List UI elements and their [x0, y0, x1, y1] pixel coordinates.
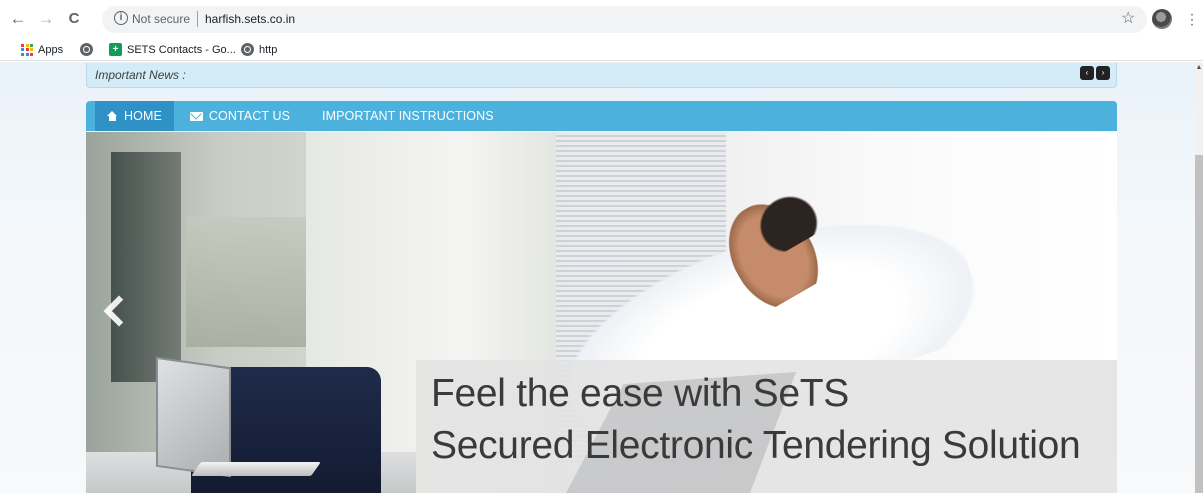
bookmark-label: SETS Contacts - Go...	[127, 43, 236, 56]
scrollbar-thumb[interactable]	[1195, 155, 1203, 493]
bookmark-label: http	[259, 43, 278, 56]
news-label: Important News :	[95, 68, 186, 82]
chevron-left-icon: ‹	[1085, 68, 1089, 77]
browser-toolbar: ← → C i Not secure harfish.sets.co.in ☆ …	[0, 0, 1203, 38]
menu-label: HOME	[124, 109, 162, 123]
caption-subline: Secured Electronic Tendering Solution	[431, 424, 1081, 467]
back-arrow-icon: ←	[9, 9, 27, 28]
apps-dot	[21, 43, 24, 47]
slider-prev-button[interactable]	[96, 292, 126, 328]
apps-dot	[25, 43, 29, 47]
url-text[interactable]: harfish.sets.co.in	[205, 12, 295, 26]
news-prev-button[interactable]: ‹	[1080, 66, 1094, 80]
apps-dot	[30, 48, 33, 51]
reload-icon: C	[68, 10, 80, 27]
chevron-right-icon: ›	[1101, 68, 1105, 77]
mail-icon	[189, 111, 203, 121]
menu-home[interactable]: HOME	[95, 101, 174, 131]
banner-decor	[111, 152, 181, 382]
forward-arrow-icon: →	[37, 9, 55, 28]
profile-avatar[interactable]	[1152, 9, 1172, 29]
apps-dot	[30, 52, 33, 56]
home-icon	[107, 111, 118, 121]
bookmark-apps[interactable]: Apps	[21, 42, 63, 57]
menu-label: CONTACT US	[208, 109, 291, 123]
menu-label: IMPORTANT INSTRUCTIONS	[322, 109, 494, 123]
address-separator	[197, 11, 198, 27]
forward-button[interactable]: →	[36, 9, 56, 29]
bookmark-http[interactable]: http	[241, 42, 277, 57]
important-news-bar: Important News : ‹ ›	[86, 63, 1117, 88]
hero-banner: Feel the ease with SeTS Secured Electron…	[86, 132, 1117, 493]
apps-dot	[30, 43, 33, 47]
globe-icon	[241, 43, 254, 56]
security-status[interactable]: Not secure	[132, 12, 190, 26]
scroll-up-icon[interactable]: ▲	[1195, 64, 1203, 74]
bookmark-star-icon[interactable]: ☆	[1121, 9, 1135, 29]
apps-dot	[21, 52, 24, 56]
bookmark-label: Apps	[38, 43, 64, 56]
back-button[interactable]: ←	[8, 9, 28, 29]
menu-contact-us[interactable]: CONTACT US	[174, 101, 306, 131]
news-next-button[interactable]: ›	[1096, 66, 1110, 80]
banner-laptop	[156, 356, 231, 478]
menu-important-instructions[interactable]: IMPORTANT INSTRUCTIONS	[306, 101, 510, 131]
apps-dot	[25, 48, 29, 51]
sets-contacts-icon: +	[109, 43, 122, 56]
bookmarks-bar: Apps + SETS Contacts - Go... http	[0, 38, 1203, 61]
main-menu: HOME CONTACT US IMPORTANT INSTRUCTIONS	[86, 101, 1117, 131]
reload-button[interactable]: C	[64, 9, 84, 29]
address-bar[interactable]: i Not secure harfish.sets.co.in	[102, 6, 1147, 33]
bookmark-sets-contacts[interactable]: + SETS Contacts - Go...	[109, 42, 236, 57]
bookmark-globe[interactable]	[80, 42, 93, 57]
globe-icon	[80, 43, 93, 56]
apps-dot	[25, 52, 29, 56]
caption-headline: Feel the ease with SeTS	[431, 372, 849, 415]
banner-laptop-base	[191, 462, 321, 476]
apps-grid-icon	[21, 43, 33, 56]
banner-caption: Feel the ease with SeTS Secured Electron…	[416, 360, 1117, 493]
browser-menu-icon[interactable]: ⋮	[1185, 9, 1199, 29]
info-icon[interactable]: i	[114, 11, 128, 25]
page-viewport: Important News : ‹ › HOME CONTACT US IMP…	[0, 62, 1203, 493]
apps-dot	[21, 48, 24, 51]
